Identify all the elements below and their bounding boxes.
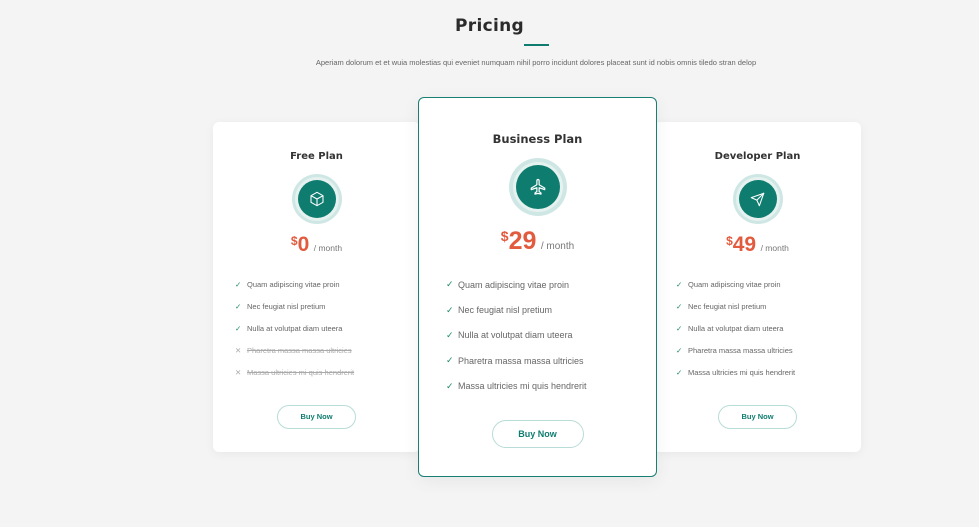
check-icon: ✓	[446, 279, 454, 290]
box-icon	[309, 191, 324, 207]
check-icon: ✓	[676, 345, 683, 355]
plan-name: Free Plan	[290, 151, 343, 162]
check-icon: ✓	[235, 323, 242, 333]
pricing-card-developer: Developer Plan $49 / month ✓ Quam adipisc…	[654, 122, 861, 452]
cross-icon: ✕	[235, 345, 242, 355]
buy-now-button-developer[interactable]: Buy Now	[718, 405, 797, 429]
cross-icon: ✕	[235, 367, 242, 377]
plan-price: $49 / month	[726, 233, 789, 256]
check-icon: ✓	[676, 279, 683, 289]
check-icon: ✓	[446, 304, 454, 315]
buy-now-button-business[interactable]: Buy Now	[491, 419, 584, 448]
feature-item: ✓ Pharetra massa massa ultricies	[446, 355, 584, 366]
pricing-card-free: Free Plan $0 / month ✓ Quam adipiscing vi…	[213, 122, 420, 452]
feature-item-excluded: ✕ Massa ultricies mi quis hendrerit	[235, 367, 355, 377]
check-icon: ✓	[235, 279, 242, 289]
check-icon: ✓	[676, 367, 683, 377]
plan-price: $0 / month	[290, 233, 343, 256]
feature-item: ✓ Nec feugiat nisl pretium	[676, 301, 767, 311]
plan-name: Business Plan	[492, 132, 583, 146]
section-description: Aperiam dolorum et et wuia molestias qui…	[315, 58, 757, 67]
title-underline	[524, 44, 549, 46]
section-title: Pricing	[455, 16, 524, 36]
plan-icon-badge	[508, 158, 567, 216]
feature-list: ✓ Quam adipiscing vitae proin ✓ Nec feugia…	[446, 272, 656, 399]
feature-item: ✓ Nec feugiat nisl pretium	[235, 301, 326, 311]
pricing-card-business: Business Plan $29 / month ✓ Quam adipisci…	[418, 97, 657, 477]
check-icon: ✓	[676, 301, 683, 311]
plan-icon-badge	[291, 174, 342, 224]
feature-item: ✓ Nulla at volutpat diam uteera	[235, 323, 343, 333]
feature-item: ✓ Pharetra massa massa ultricies	[676, 345, 793, 355]
plan-price: $29 / month	[500, 227, 575, 255]
airplane-icon	[530, 178, 545, 195]
feature-item: ✓ Nulla at volutpat diam uteera	[676, 323, 784, 333]
feature-list: ✓ Quam adipiscing vitae proin ✓ Nec feugia…	[235, 273, 420, 383]
feature-item: ✓ Quam adipiscing vitae proin	[676, 279, 781, 289]
feature-item: ✓ Nulla at volutpat diam uteera	[446, 329, 573, 341]
buy-now-button-free[interactable]: Buy Now	[277, 405, 356, 429]
feature-item-excluded: ✕ Pharetra massa massa ultricies	[235, 345, 352, 355]
plan-name: Developer Plan	[714, 151, 801, 162]
feature-item: ✓ Massa ultricies mi quis hendrerit	[446, 380, 587, 392]
feature-item: ✓ Nec feugiat nisl pretium	[446, 304, 553, 316]
check-icon: ✓	[235, 301, 242, 311]
feature-item: ✓ Quam adipiscing vitae proin	[235, 279, 340, 289]
check-icon: ✓	[446, 380, 454, 391]
send-icon	[750, 192, 765, 206]
plan-icon-badge	[732, 174, 783, 224]
feature-list: ✓ Quam adipiscing vitae proin ✓ Nec feugia…	[676, 273, 861, 383]
check-icon: ✓	[676, 323, 683, 333]
feature-item: ✓ Massa ultricies mi quis hendrerit	[676, 367, 796, 377]
check-icon: ✓	[446, 355, 454, 366]
feature-item: ✓ Quam adipiscing vitae proin	[446, 279, 570, 290]
check-icon: ✓	[446, 329, 454, 340]
